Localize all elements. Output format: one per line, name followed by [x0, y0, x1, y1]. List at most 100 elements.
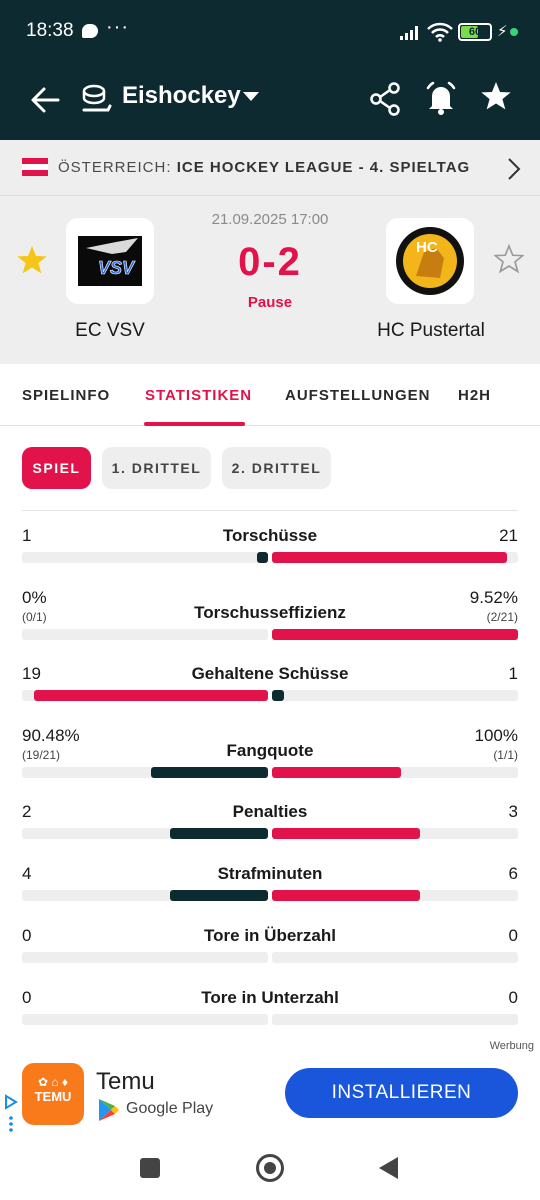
league-name: ICE HOCKEY LEAGUE - 4. SPIELTAG — [176, 159, 471, 176]
stat-away-value: 3 — [508, 802, 518, 821]
match-header: VSV EC VSV 21.09.2025 17:00 0-2 Pause HC… — [0, 196, 540, 364]
stat-home-bar — [22, 552, 268, 563]
stat-away-bar — [272, 890, 518, 901]
tab-statistiken[interactable]: STATISTIKEN — [145, 387, 252, 404]
period-second[interactable]: 2. DRITTEL — [222, 447, 331, 489]
app-bar: Eishockey — [0, 62, 540, 140]
install-button[interactable]: INSTALLIEREN — [285, 1068, 518, 1118]
battery-level: 60 — [468, 26, 482, 38]
stat-home-bar-fill — [170, 890, 268, 901]
stat-away-bar — [272, 690, 518, 701]
stat-away-bar — [272, 828, 518, 839]
stat-row: 0 0 Tore in Unterzahl — [0, 984, 540, 1044]
stat-away-bar-fill — [272, 552, 507, 563]
away-team-logo[interactable]: HC — [386, 218, 474, 304]
stat-away-bar-fill — [272, 629, 518, 640]
back-nav-icon[interactable] — [379, 1157, 398, 1179]
stat-label: Penalties — [232, 802, 308, 821]
match-tabs: SPIELINFO STATISTIKEN AUFSTELLUNGEN H2H — [0, 364, 540, 426]
temu-glyphs-icon: ✿ ⌂ ♦ — [37, 1075, 69, 1089]
stat-label: Tore in Unterzahl — [201, 988, 339, 1007]
stat-away-detail: (1/1) — [493, 748, 518, 762]
ad-banner[interactable]: ✿ ⌂ ♦ TEMU Temu Google Play INSTALLIEREN — [0, 1056, 540, 1138]
stat-home-bar — [22, 767, 268, 778]
stat-home-value: 0 — [22, 988, 32, 1007]
hockey-stick-icon — [82, 84, 112, 112]
tab-aufstellungen[interactable]: AUFSTELLUNGEN — [285, 387, 431, 404]
match-status: Pause — [247, 294, 293, 311]
stat-home-bar — [22, 890, 268, 901]
signal-icon — [400, 26, 418, 40]
stat-label: Torschüsse — [222, 526, 318, 545]
ad-choices-icon[interactable] — [4, 1094, 18, 1134]
league-country: ÖSTERREICH: — [58, 159, 172, 176]
back-arrow-icon[interactable] — [26, 80, 66, 120]
share-icon[interactable] — [370, 82, 402, 116]
notification-bell-icon[interactable] — [424, 80, 458, 116]
tab-h2h[interactable]: H2H — [458, 387, 491, 404]
privacy-indicator-icon — [510, 28, 518, 36]
stat-away-bar-fill — [272, 828, 420, 839]
active-tab-indicator — [144, 422, 245, 426]
stat-away-value: 0 — [508, 926, 518, 945]
wifi-icon — [427, 22, 453, 42]
favorite-star-icon[interactable] — [480, 80, 512, 112]
stat-row: 0% 9.52% (0/1) (2/21) Torschusseffizienz — [0, 584, 540, 644]
stat-away-bar — [272, 629, 518, 640]
home-team-logo[interactable]: VSV — [66, 218, 154, 304]
stat-home-bar — [22, 1014, 268, 1025]
stat-home-bar — [22, 952, 268, 963]
charging-icon: ⚡ — [497, 23, 508, 40]
stat-home-detail: (19/21) — [22, 748, 61, 762]
stat-home-bar-fill — [34, 690, 268, 701]
status-time: 18:38 — [26, 20, 74, 41]
stat-away-detail: (2/21) — [486, 610, 518, 624]
stat-away-bar — [272, 767, 518, 778]
home-icon[interactable] — [256, 1154, 284, 1182]
stat-home-bar-fill — [151, 767, 268, 778]
temu-logo-text: TEMU — [34, 1089, 72, 1104]
stat-home-value: 4 — [22, 864, 32, 883]
chat-notification-icon — [82, 24, 98, 38]
sport-selector[interactable]: Eishockey — [122, 82, 241, 110]
league-header[interactable]: ÖSTERREICH: ICE HOCKEY LEAGUE - 4. SPIEL… — [0, 140, 540, 196]
stat-label: Tore in Überzahl — [204, 926, 336, 945]
stat-away-bar-fill — [272, 890, 420, 901]
stat-away-value: 100% — [474, 726, 518, 745]
battery-icon: 60 — [458, 23, 492, 41]
ad-app-name: Temu — [96, 1068, 155, 1095]
stat-home-value: 0% — [22, 588, 47, 607]
more-notifications-icon: ··· — [106, 16, 129, 38]
stat-row: 90.48% 100% (19/21) (1/1) Fangquote — [0, 722, 540, 782]
dropdown-caret-icon[interactable] — [243, 92, 259, 101]
chevron-right-icon[interactable] — [506, 156, 522, 182]
recents-icon[interactable] — [140, 1158, 160, 1178]
stat-label: Fangquote — [226, 741, 314, 760]
stat-away-bar — [272, 1014, 518, 1025]
stat-home-bar-fill — [170, 828, 268, 839]
match-score: 0-2 — [238, 240, 302, 284]
tab-spielinfo[interactable]: SPIELINFO — [22, 387, 110, 404]
home-favorite-star-icon[interactable] — [16, 244, 48, 276]
stat-away-value: 6 — [508, 864, 518, 883]
stat-home-value: 2 — [22, 802, 32, 821]
temu-app-logo[interactable]: ✿ ⌂ ♦ TEMU — [22, 1063, 84, 1125]
stat-away-bar — [272, 552, 518, 563]
away-team-name[interactable]: HC Pustertal — [356, 320, 506, 342]
stat-home-value: 90.48% — [22, 726, 80, 745]
system-nav-bar — [0, 1138, 540, 1200]
stat-home-value: 19 — [22, 664, 41, 683]
google-play-icon — [99, 1099, 119, 1121]
ad-label: Werbung — [489, 1040, 534, 1052]
stat-home-value: 1 — [22, 526, 32, 545]
match-datetime: 21.09.2025 17:00 — [211, 211, 329, 228]
stat-row: 0 0 Tore in Überzahl — [0, 922, 540, 982]
stat-away-bar-fill — [272, 690, 284, 701]
stat-row: 2 3 Penalties — [0, 798, 540, 858]
stat-away-bar-fill — [272, 767, 401, 778]
period-first[interactable]: 1. DRITTEL — [102, 447, 211, 489]
home-team-name[interactable]: EC VSV — [40, 320, 180, 342]
period-spiel[interactable]: SPIEL — [22, 447, 91, 489]
stat-home-bar — [22, 690, 268, 701]
away-favorite-star-icon[interactable] — [494, 244, 524, 274]
